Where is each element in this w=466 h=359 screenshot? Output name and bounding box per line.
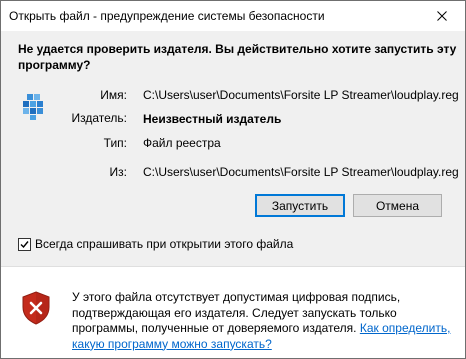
type-value: Файл реестра <box>143 136 221 150</box>
warning-text: У этого файла отсутствует допустимая циф… <box>72 290 401 335</box>
name-label: Имя: <box>100 88 127 102</box>
run-button[interactable]: Запустить <box>255 194 345 217</box>
cancel-button[interactable]: Отмена <box>353 194 442 217</box>
always-ask-checkbox[interactable] <box>18 237 31 251</box>
name-value: C:\Users\user\Documents\Forsite LP Strea… <box>143 88 459 102</box>
publisher-value: Неизвестный издатель <box>143 112 282 126</box>
window-title: Открыть файл - предупреждение системы бе… <box>9 9 325 23</box>
security-warning-dialog: Открыть файл - предупреждение системы бе… <box>0 0 466 359</box>
registry-file-icon <box>23 94 43 120</box>
close-button[interactable] <box>419 1 465 31</box>
always-ask-checkbox-row[interactable]: Всегда спрашивать при открытии этого фай… <box>18 237 293 251</box>
security-question: Не удается проверить издателя. Вы действ… <box>18 42 457 72</box>
from-value: C:\Users\user\Documents\Forsite LP Strea… <box>143 165 459 179</box>
checkmark-icon <box>20 240 29 248</box>
always-ask-label[interactable]: Всегда спрашивать при открытии этого фай… <box>35 237 293 251</box>
dialog-content: Не удается проверить издателя. Вы действ… <box>1 31 465 266</box>
publisher-label: Издатель: <box>71 111 128 125</box>
close-icon <box>437 11 447 21</box>
warning-message: У этого файла отсутствует допустимая циф… <box>72 290 457 352</box>
title-bar[interactable]: Открыть файл - предупреждение системы бе… <box>1 1 465 31</box>
warning-footer: У этого файла отсутствует допустимая циф… <box>1 267 465 358</box>
type-label: Тип: <box>103 136 127 150</box>
shield-error-icon <box>22 291 50 325</box>
from-label: Из: <box>109 165 127 179</box>
